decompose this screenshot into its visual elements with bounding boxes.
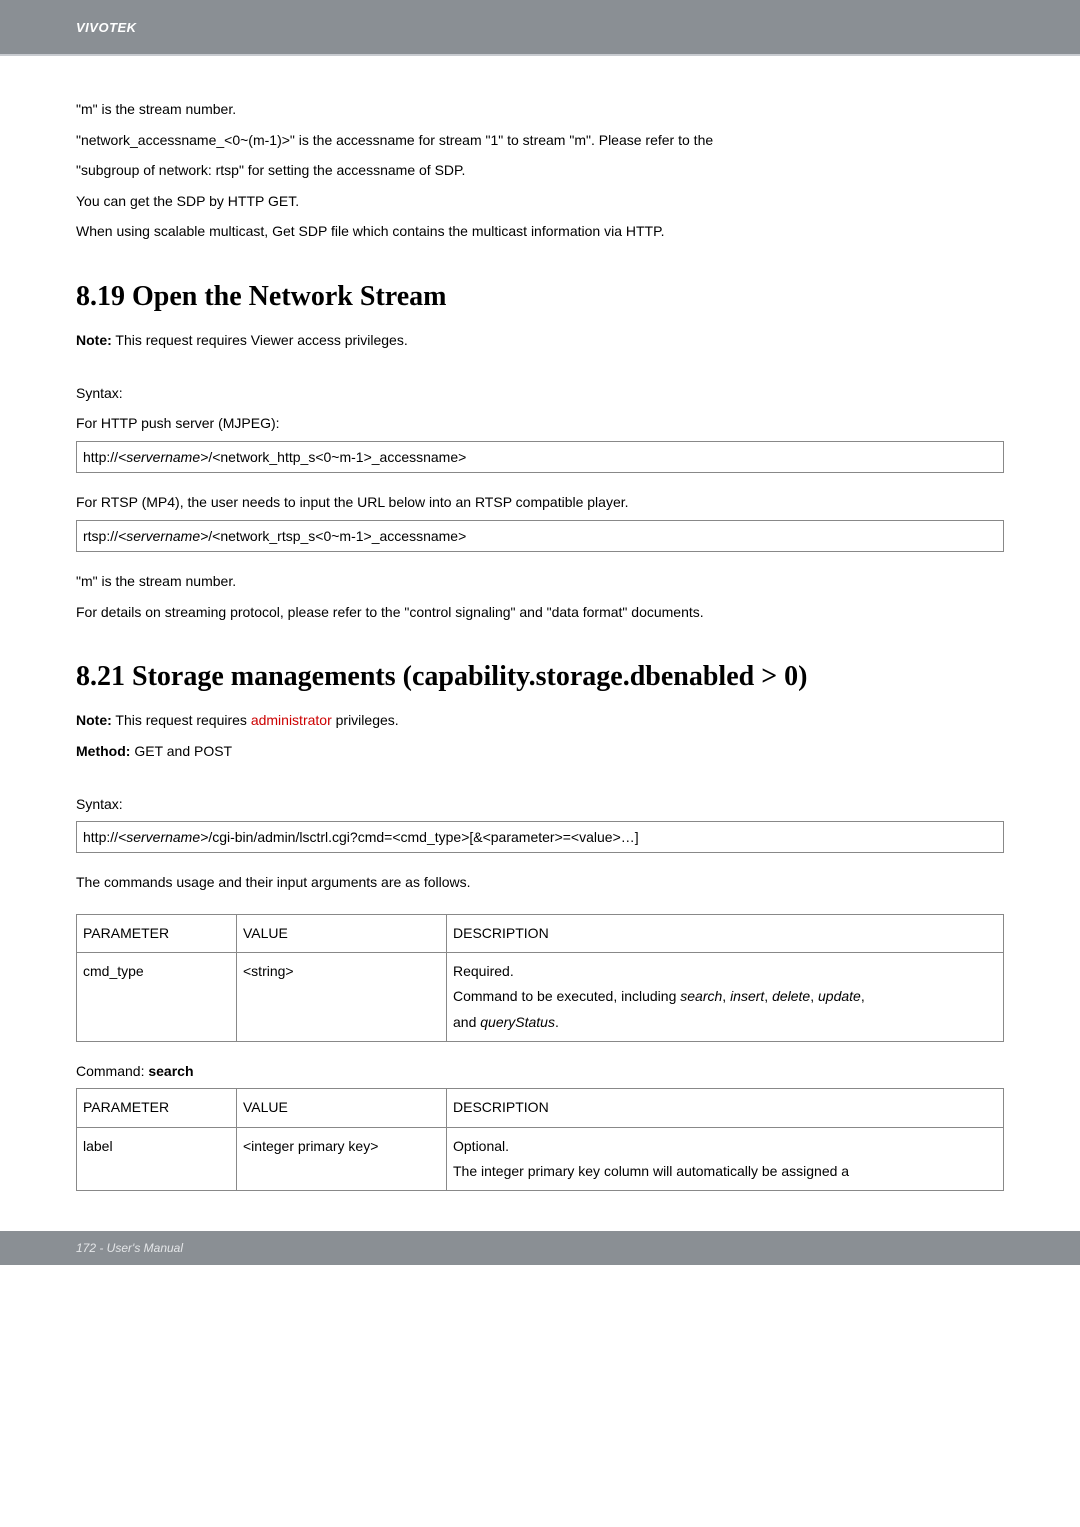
cmd-pre: Command:: [76, 1063, 148, 1079]
cell-desc: Optional. The integer primary key column…: [447, 1127, 1004, 1190]
desc-l3a: and: [453, 1014, 480, 1030]
cell-value: <integer primary key>: [237, 1127, 447, 1190]
th-parameter: PARAMETER: [77, 915, 237, 953]
desc-qs: queryStatus: [480, 1014, 555, 1030]
intro-p1: "m" is the stream number.: [76, 96, 1004, 123]
note-text: This request requires Viewer access priv…: [112, 332, 408, 348]
syntax-label-821: Syntax:: [76, 791, 1004, 818]
note-label-821: Note:: [76, 712, 112, 728]
url-server-821: <servername>: [118, 829, 208, 845]
c1: ,: [722, 988, 730, 1004]
cmd-type-table: PARAMETER VALUE DESCRIPTION cmd_type <st…: [76, 914, 1004, 1042]
details-line: For details on streaming protocol, pleas…: [76, 599, 1004, 626]
header-band: VIVOTEK: [0, 0, 1080, 56]
c4: ,: [861, 988, 865, 1004]
table-header-row: PARAMETER VALUE DESCRIPTION: [77, 1089, 1004, 1127]
note-819: Note: This request requires Viewer acces…: [76, 327, 1004, 354]
rtsp-url-server: <servername>: [118, 528, 208, 544]
rtsp-url-rest: /<network_rtsp_s<0~m-1>_accessname>: [208, 528, 466, 544]
method-text: GET and POST: [130, 743, 232, 759]
th-parameter: PARAMETER: [77, 1089, 237, 1127]
desc-l2: The integer primary key column will auto…: [453, 1163, 849, 1179]
desc-update: update: [818, 988, 861, 1004]
desc-l1: Required.: [453, 963, 514, 979]
rtsp-line: For RTSP (MP4), the user needs to input …: [76, 489, 1004, 516]
desc-insert: insert: [730, 988, 764, 1004]
intro-p4: You can get the SDP by HTTP GET.: [76, 188, 1004, 215]
mjpeg-url-server: <servername>: [118, 449, 208, 465]
table-row: label <integer primary key> Optional. Th…: [77, 1127, 1004, 1190]
page-content: "m" is the stream number. "network_acces…: [0, 56, 1080, 1191]
rtsp-url-box: rtsp://<servername>/<network_rtsp_s<0~m-…: [76, 520, 1004, 552]
desc-l1: Optional.: [453, 1138, 509, 1154]
lsctrl-url-box: http://<servername>/cgi-bin/admin/lsctrl…: [76, 821, 1004, 853]
desc-l2a: Command to be executed, including: [453, 988, 680, 1004]
note-admin: administrator: [251, 712, 332, 728]
desc-search: search: [680, 988, 722, 1004]
footer-page: 172 - User's Manual: [76, 1241, 183, 1255]
brand-logo: VIVOTEK: [76, 20, 137, 35]
table-header-row: PARAMETER VALUE DESCRIPTION: [77, 915, 1004, 953]
syntax-label-819: Syntax:: [76, 380, 1004, 407]
mjpeg-url-box: http://<servername>/<network_http_s<0~m-…: [76, 441, 1004, 473]
th-description: DESCRIPTION: [447, 1089, 1004, 1127]
heading-819: 8.19 Open the Network Stream: [76, 281, 1004, 313]
cell-param: cmd_type: [77, 953, 237, 1042]
note-post: privileges.: [332, 712, 399, 728]
usage-line: The commands usage and their input argum…: [76, 869, 1004, 896]
th-description: DESCRIPTION: [447, 915, 1004, 953]
intro-p3: "subgroup of network: rtsp" for setting …: [76, 157, 1004, 184]
url-rest-821: /cgi-bin/admin/lsctrl.cgi?cmd=<cmd_type>…: [208, 829, 638, 845]
m-line-819: "m" is the stream number.: [76, 568, 1004, 595]
command-search-label: Command: search: [76, 1058, 1004, 1085]
url-prefix-821: http://: [83, 829, 118, 845]
method-line: Method: GET and POST: [76, 738, 1004, 765]
mjpeg-line: For HTTP push server (MJPEG):: [76, 410, 1004, 437]
table-row: cmd_type <string> Required. Command to b…: [77, 953, 1004, 1042]
c2: ,: [764, 988, 772, 1004]
c3: ,: [810, 988, 818, 1004]
desc-l3b: .: [555, 1014, 559, 1030]
cell-param: label: [77, 1127, 237, 1190]
intro-p5: When using scalable multicast, Get SDP f…: [76, 218, 1004, 245]
th-value: VALUE: [237, 915, 447, 953]
intro-p2: "network_accessname_<0~(m-1)>" is the ac…: [76, 127, 1004, 154]
desc-delete: delete: [772, 988, 810, 1004]
mjpeg-url-prefix: http://: [83, 449, 118, 465]
note-821: Note: This request requires administrato…: [76, 707, 1004, 734]
rtsp-url-prefix: rtsp://: [83, 528, 118, 544]
method-label: Method:: [76, 743, 130, 759]
search-table: PARAMETER VALUE DESCRIPTION label <integ…: [76, 1088, 1004, 1191]
cell-value: <string>: [237, 953, 447, 1042]
heading-821: 8.21 Storage managements (capability.sto…: [76, 661, 1004, 693]
note-label: Note:: [76, 332, 112, 348]
th-value: VALUE: [237, 1089, 447, 1127]
cmd-bold: search: [148, 1063, 193, 1079]
cell-desc: Required. Command to be executed, includ…: [447, 953, 1004, 1042]
note-pre: This request requires: [112, 712, 251, 728]
footer-band: 172 - User's Manual: [0, 1231, 1080, 1265]
mjpeg-url-rest: /<network_http_s<0~m-1>_accessname>: [208, 449, 466, 465]
